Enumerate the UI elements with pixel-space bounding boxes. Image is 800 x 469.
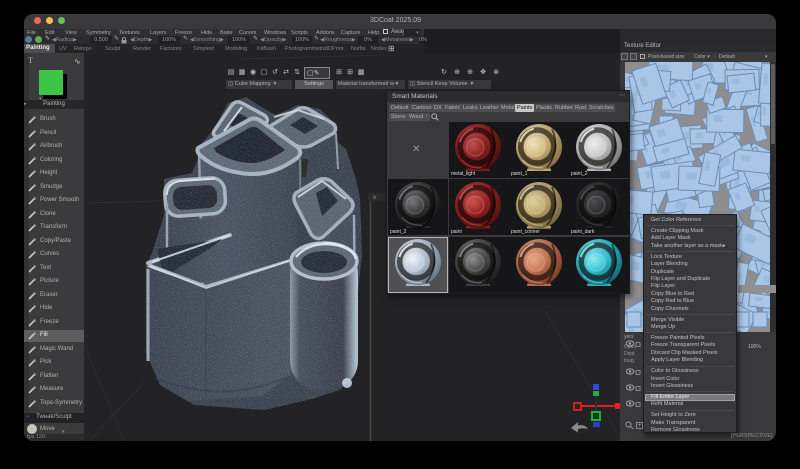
svg-text:x: x bbox=[373, 195, 376, 201]
